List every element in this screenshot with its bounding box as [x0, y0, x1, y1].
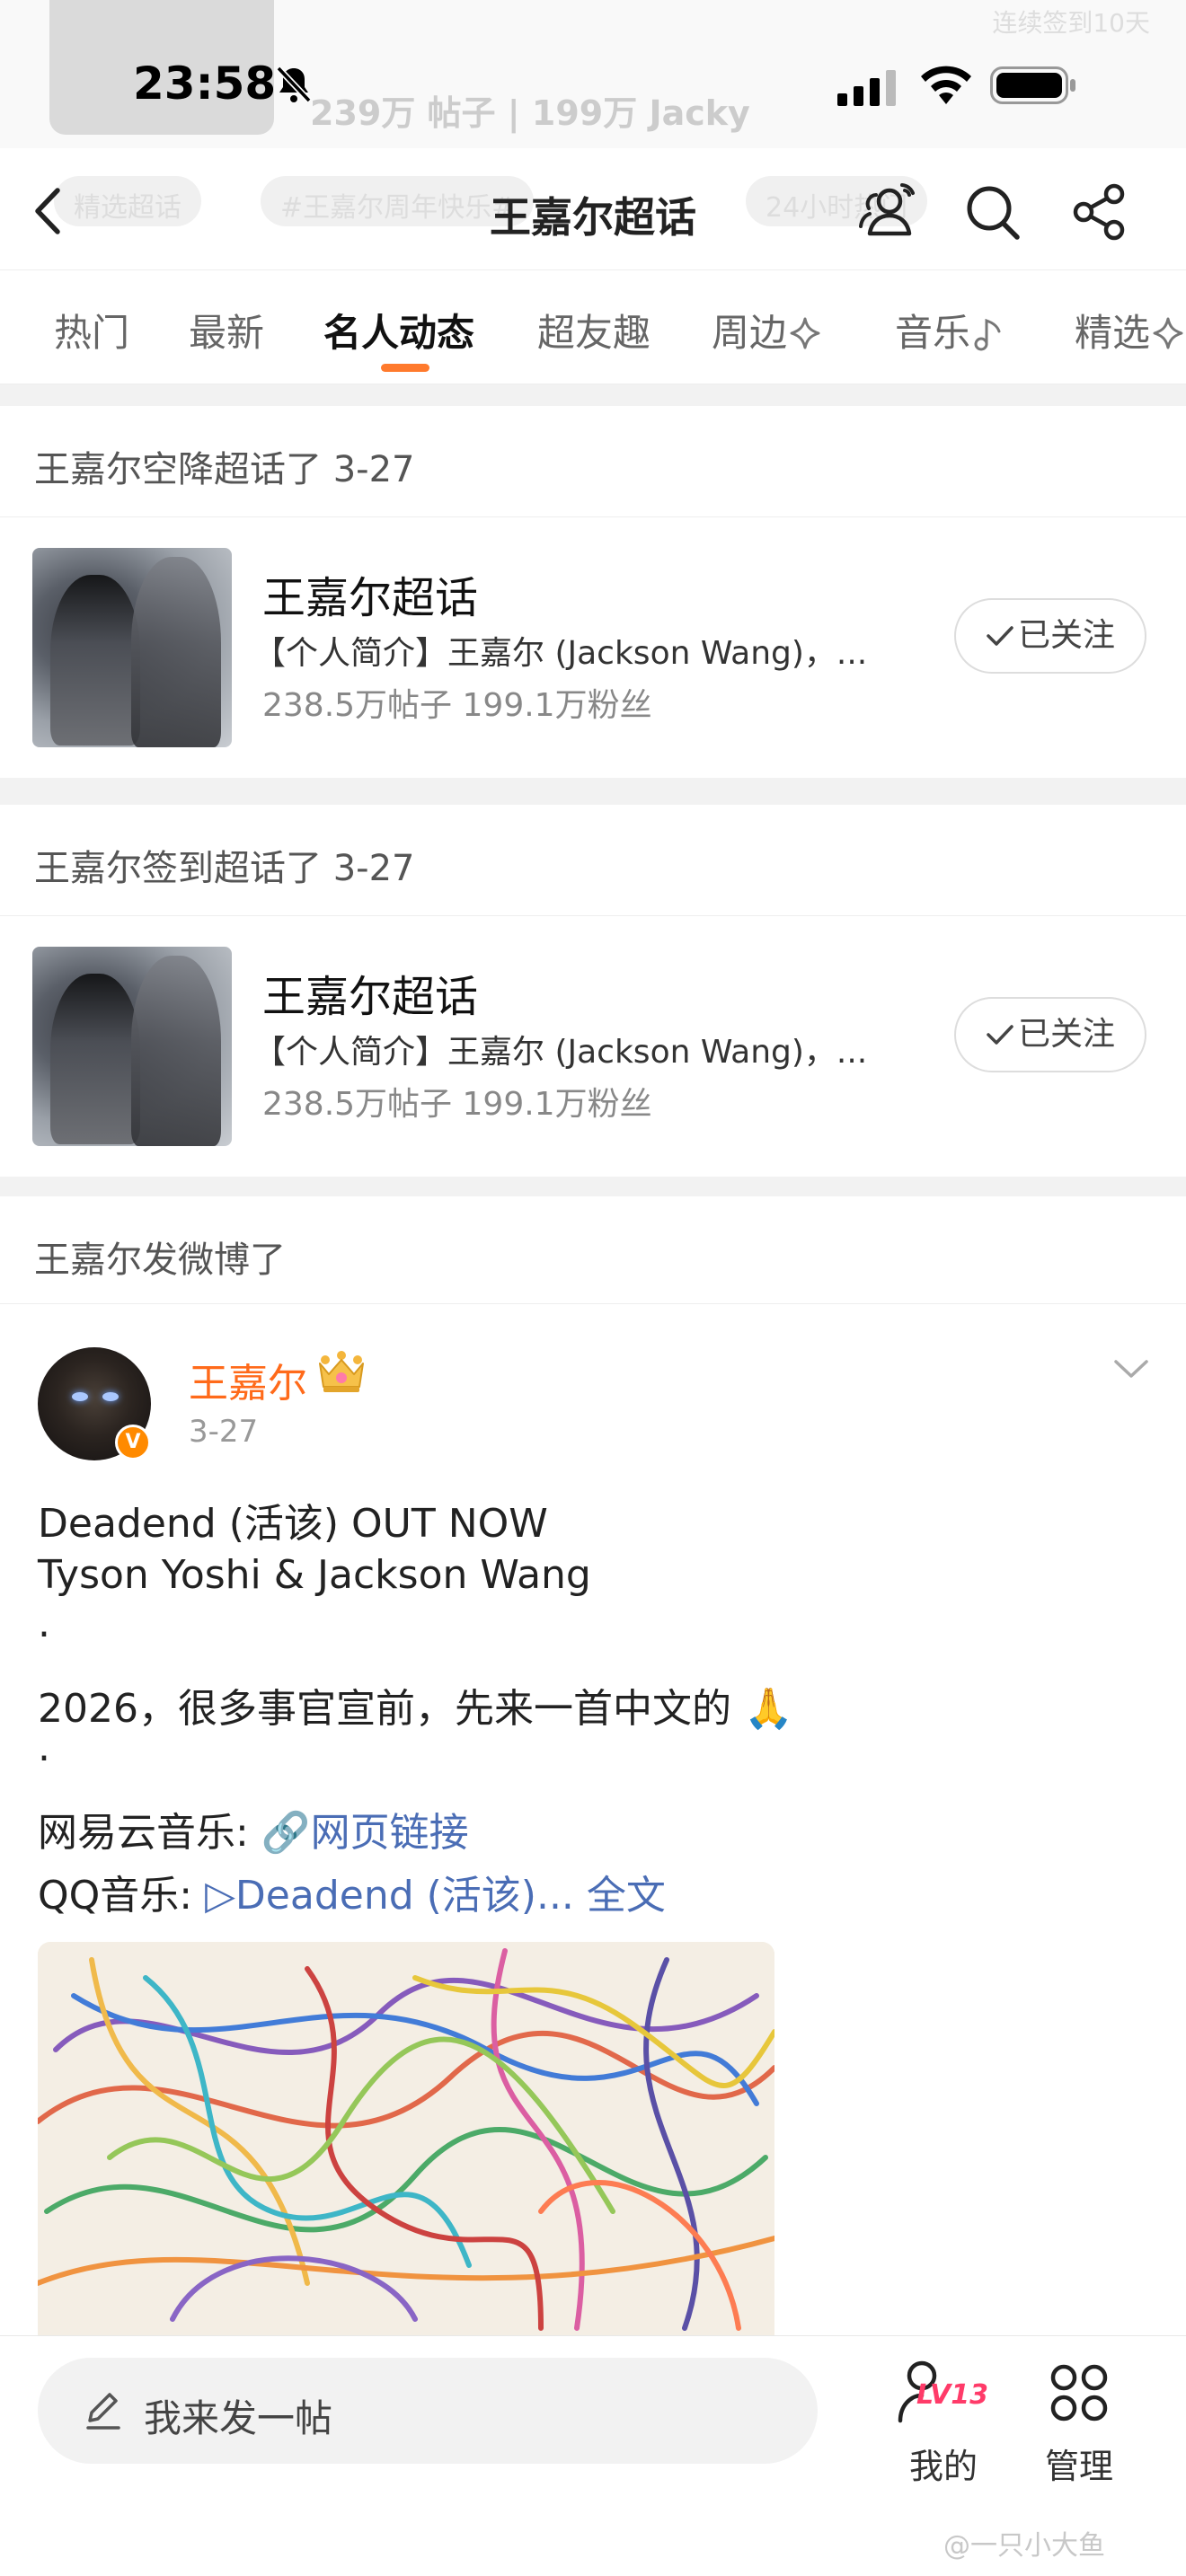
author-name[interactable]: 王嘉尔 [189, 1351, 307, 1408]
netease-label: 网易云音乐: [38, 1810, 261, 1856]
tab-hot[interactable]: 热门 [54, 303, 129, 357]
netease-line: 网易云音乐: 🔗网页链接 [38, 1800, 469, 1857]
verified-badge: V [115, 1425, 151, 1460]
compose-button[interactable]: 我来发一帖 [38, 2358, 818, 2464]
section-gap [0, 778, 1186, 805]
activity-heading-text: 王嘉尔空降超话了 3-27 [34, 449, 415, 490]
pencil-icon [86, 2393, 120, 2430]
activity-heading: 王嘉尔空降超话了 3-27 [0, 406, 1186, 517]
post-date: 3-27 [189, 1414, 259, 1450]
compose-placeholder: 我来发一帖 [144, 2396, 333, 2440]
mine-button[interactable]: LV13 我的 [890, 2356, 997, 2486]
activity-heading: 王嘉尔签到超话了 3-27 [0, 805, 1186, 916]
topic-name: 王嘉尔超话 [262, 573, 479, 623]
avatar-detail [72, 1392, 88, 1401]
chevron-down-icon[interactable] [1111, 1356, 1152, 1383]
post-text-line: . [38, 1725, 50, 1770]
avatar[interactable]: V [38, 1347, 151, 1460]
followed-label: 已关注 [1017, 617, 1115, 654]
topic-card[interactable]: 王嘉尔超话 【个人简介】王嘉尔 (Jackson Wang)，... 238.5… [0, 517, 1186, 778]
watermark: @一只小大鱼 [943, 2530, 1105, 2562]
members-icon[interactable] [857, 180, 922, 244]
ghost-stats: 239万 帖子 | 199万 Jacky [310, 93, 750, 133]
qq-line: QQ音乐: ▷Deadend (活该)... 全文 [38, 1863, 666, 1920]
topic-cover-image [32, 548, 232, 747]
followed-label: 已关注 [1017, 1016, 1115, 1053]
post-image[interactable] [38, 1942, 774, 2337]
top-area: 239万 帖子 | 199万 Jacky 连续签到10天 精选超话 #王嘉尔周年… [0, 0, 1186, 269]
wifi-icon [921, 66, 971, 104]
level-badge: LV13 [916, 2379, 988, 2411]
grid-icon [1050, 2364, 1108, 2422]
topic-cover-image [32, 947, 232, 1146]
section-gap [0, 1177, 1186, 1196]
cellular-signal-icon [837, 70, 896, 106]
post-text-line: Tyson Yoshi & Jackson Wang [38, 1552, 591, 1598]
cover-figure [131, 557, 221, 747]
post-text-line: Deadend (活该) OUT NOW [38, 1501, 548, 1547]
activity-heading-text: 王嘉尔签到超话了 3-27 [34, 848, 415, 889]
topic-description: 【个人简介】王嘉尔 (Jackson Wang)，... [253, 635, 868, 672]
ghost-checkin: 连续签到10天 [992, 8, 1150, 38]
manage-button[interactable]: 管理 [1030, 2356, 1128, 2486]
tab-featured-label: 精选 [1075, 311, 1151, 355]
post-text-line: 2026，很多事官宣前，先来一首中文的 🙏 [38, 1686, 793, 1732]
bell-off-icon [276, 66, 312, 103]
share-icon[interactable] [1067, 180, 1132, 244]
check-icon [987, 626, 1013, 646]
followed-button[interactable]: 已关注 [954, 598, 1146, 674]
music-note-icon [974, 318, 1001, 351]
activity-heading: 王嘉尔发微博了 [0, 1196, 1186, 1304]
weibo-post[interactable]: V 王嘉尔 3-27 Deadend (活该) OUT NOW Tyson Yo… [0, 1304, 1186, 2337]
topic-card[interactable]: 王嘉尔超话 【个人简介】王嘉尔 (Jackson Wang)，... 238.5… [0, 916, 1186, 1177]
tab-merch-label: 周边 [712, 311, 788, 355]
tab-music[interactable]: 音乐 [895, 303, 1006, 357]
avatar-detail [102, 1392, 119, 1401]
tab-bar: 热门 最新 名人动态 超友趣 周边 音乐 精选 [0, 269, 1186, 384]
netease-link[interactable]: 🔗网页链接 [261, 1810, 469, 1856]
header-actions [857, 176, 1154, 248]
tab-fan-fun[interactable]: 超友趣 [537, 303, 651, 357]
topic-stats: 238.5万帖子 199.1万粉丝 [262, 687, 652, 724]
followed-button[interactable]: 已关注 [954, 997, 1146, 1072]
active-tab-indicator [381, 364, 429, 372]
crown-icon [319, 1351, 364, 1392]
section-gap [0, 384, 1186, 406]
search-icon[interactable] [960, 180, 1024, 244]
bottom-bar: 我来发一帖 LV13 我的 管理 @一只小大鱼 [0, 2335, 1186, 2576]
full-text-link[interactable]: 全文 [574, 1873, 666, 1919]
tab-featured[interactable]: 精选 [1075, 303, 1186, 357]
sparkle-icon [790, 317, 820, 349]
cover-figure [50, 974, 140, 1144]
qq-link[interactable]: ▷Deadend (活该)... [205, 1873, 574, 1919]
topic-name: 王嘉尔超话 [262, 972, 479, 1022]
post-text-line: . [38, 1601, 50, 1646]
qq-label: QQ音乐: [38, 1873, 206, 1919]
status-time: 23:58 [133, 57, 277, 110]
tab-celebrity-updates[interactable]: 名人动态 [323, 303, 474, 357]
cover-figure [131, 956, 221, 1146]
activity-heading-text: 王嘉尔发微博了 [34, 1239, 286, 1281]
tab-music-label: 音乐 [895, 311, 971, 355]
scribble-artwork [38, 1942, 774, 2337]
manage-label: 管理 [1044, 2447, 1113, 2486]
tab-latest[interactable]: 最新 [189, 303, 264, 357]
battery-icon [990, 66, 1075, 104]
topic-description: 【个人简介】王嘉尔 (Jackson Wang)，... [253, 1034, 868, 1071]
cover-figure [50, 575, 140, 745]
check-icon [987, 1025, 1013, 1045]
topic-stats: 238.5万帖子 199.1万粉丝 [262, 1086, 652, 1123]
mine-label: 我的 [908, 2447, 978, 2486]
sparkle-icon [1153, 317, 1183, 349]
tab-merch[interactable]: 周边 [712, 303, 823, 357]
